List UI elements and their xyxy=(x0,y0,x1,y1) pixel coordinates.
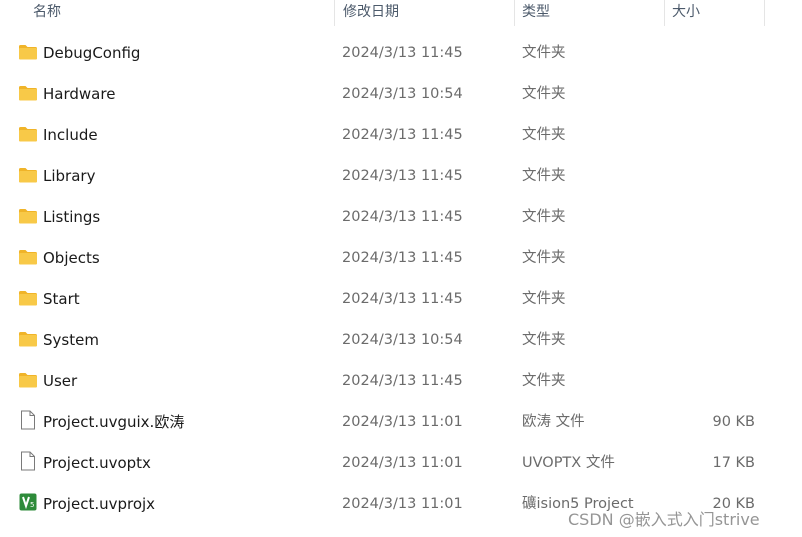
folder-icon xyxy=(18,207,38,225)
column-header-bar: 名称 修改日期 类型 大小 xyxy=(0,0,802,26)
file-date-modified: 2024/3/13 11:45 xyxy=(342,127,463,143)
file-size: 90 KB xyxy=(712,414,755,430)
folder-icon xyxy=(18,84,38,102)
file-name: Include xyxy=(43,126,98,144)
file-list-row[interactable]: Hardware 2024/3/13 10:54 文件夹 xyxy=(0,74,802,115)
file-type: 文件夹 xyxy=(522,291,566,307)
column-divider[interactable] xyxy=(334,0,335,26)
file-name: Objects xyxy=(43,249,100,267)
file-list-row[interactable]: Objects 2024/3/13 11:45 文件夹 xyxy=(0,238,802,279)
svg-text:5: 5 xyxy=(30,501,34,509)
file-name: Library xyxy=(43,167,96,185)
file-type: 文件夹 xyxy=(522,86,566,102)
keil-project-icon: 5 xyxy=(18,493,38,512)
file-date-modified: 2024/3/13 10:54 xyxy=(342,332,463,348)
file-date-modified: 2024/3/13 11:45 xyxy=(342,209,463,225)
file-type: UVOPTX 文件 xyxy=(522,455,615,471)
file-type: 文件夹 xyxy=(522,168,566,184)
file-date-modified: 2024/3/13 11:01 xyxy=(342,455,463,471)
column-header-type[interactable]: 类型 xyxy=(522,0,550,26)
file-date-modified: 2024/3/13 10:54 xyxy=(342,86,463,102)
file-list-row[interactable]: Listings 2024/3/13 11:45 文件夹 xyxy=(0,197,802,238)
file-date-modified: 2024/3/13 11:45 xyxy=(342,291,463,307)
file-date-modified: 2024/3/13 11:01 xyxy=(342,414,463,430)
file-size: 17 KB xyxy=(712,455,755,471)
file-type: 文件夹 xyxy=(522,250,566,266)
file-list-row[interactable]: Library 2024/3/13 11:45 文件夹 xyxy=(0,156,802,197)
file-name: DebugConfig xyxy=(43,44,141,62)
file-list-row[interactable]: Include 2024/3/13 11:45 文件夹 xyxy=(0,115,802,156)
file-type: 文件夹 xyxy=(522,127,566,143)
file-date-modified: 2024/3/13 11:45 xyxy=(342,168,463,184)
file-type: 文件夹 xyxy=(522,332,566,348)
folder-icon xyxy=(18,125,38,143)
file-date-modified: 2024/3/13 11:45 xyxy=(342,373,463,389)
file-name: Project.uvoptx xyxy=(43,454,151,472)
file-explorer-details-view: 名称 修改日期 类型 大小 DebugConfig 2024/3/13 11:45… xyxy=(0,0,802,537)
folder-icon xyxy=(18,43,38,61)
column-divider[interactable] xyxy=(514,0,515,26)
file-icon xyxy=(18,451,38,471)
file-name: Project.uvprojx xyxy=(43,495,156,513)
file-name: Listings xyxy=(43,208,101,226)
file-type: 文件夹 xyxy=(522,373,566,389)
file-name: Project.uvguix.欧涛 xyxy=(43,413,185,431)
file-list-row[interactable]: Project.uvguix.欧涛 2024/3/13 11:01 欧涛 文件 90 … xyxy=(0,402,802,443)
column-header-name[interactable]: 名称 xyxy=(33,0,61,26)
column-header-date-modified[interactable]: 修改日期 xyxy=(343,0,399,26)
file-list: DebugConfig 2024/3/13 11:45 文件夹 Hardware 20… xyxy=(0,33,802,525)
file-date-modified: 2024/3/13 11:45 xyxy=(342,45,463,61)
file-list-row[interactable]: DebugConfig 2024/3/13 11:45 文件夹 xyxy=(0,33,802,74)
folder-icon xyxy=(18,248,38,266)
file-list-row[interactable]: System 2024/3/13 10:54 文件夹 xyxy=(0,320,802,361)
folder-icon xyxy=(18,330,38,348)
folder-icon xyxy=(18,371,38,389)
folder-icon xyxy=(18,166,38,184)
file-list-row[interactable]: Start 2024/3/13 11:45 文件夹 xyxy=(0,279,802,320)
file-type: 欧涛 文件 xyxy=(522,414,585,430)
file-list-row[interactable]: User 2024/3/13 11:45 文件夹 xyxy=(0,361,802,402)
file-type: 文件夹 xyxy=(522,45,566,61)
file-date-modified: 2024/3/13 11:45 xyxy=(342,250,463,266)
file-icon xyxy=(18,410,38,430)
file-date-modified: 2024/3/13 11:01 xyxy=(342,496,463,512)
file-name: User xyxy=(43,372,78,390)
column-divider[interactable] xyxy=(764,0,765,26)
watermark-text: CSDN @嵌入式入门strive xyxy=(568,510,760,529)
file-type: 文件夹 xyxy=(522,209,566,225)
file-name: System xyxy=(43,331,99,349)
column-header-size[interactable]: 大小 xyxy=(672,0,700,26)
file-name: Start xyxy=(43,290,80,308)
file-name: Hardware xyxy=(43,85,116,103)
file-list-row[interactable]: Project.uvoptx 2024/3/13 11:01 UVOPTX 文件 17… xyxy=(0,443,802,484)
column-divider[interactable] xyxy=(664,0,665,26)
folder-icon xyxy=(18,289,38,307)
